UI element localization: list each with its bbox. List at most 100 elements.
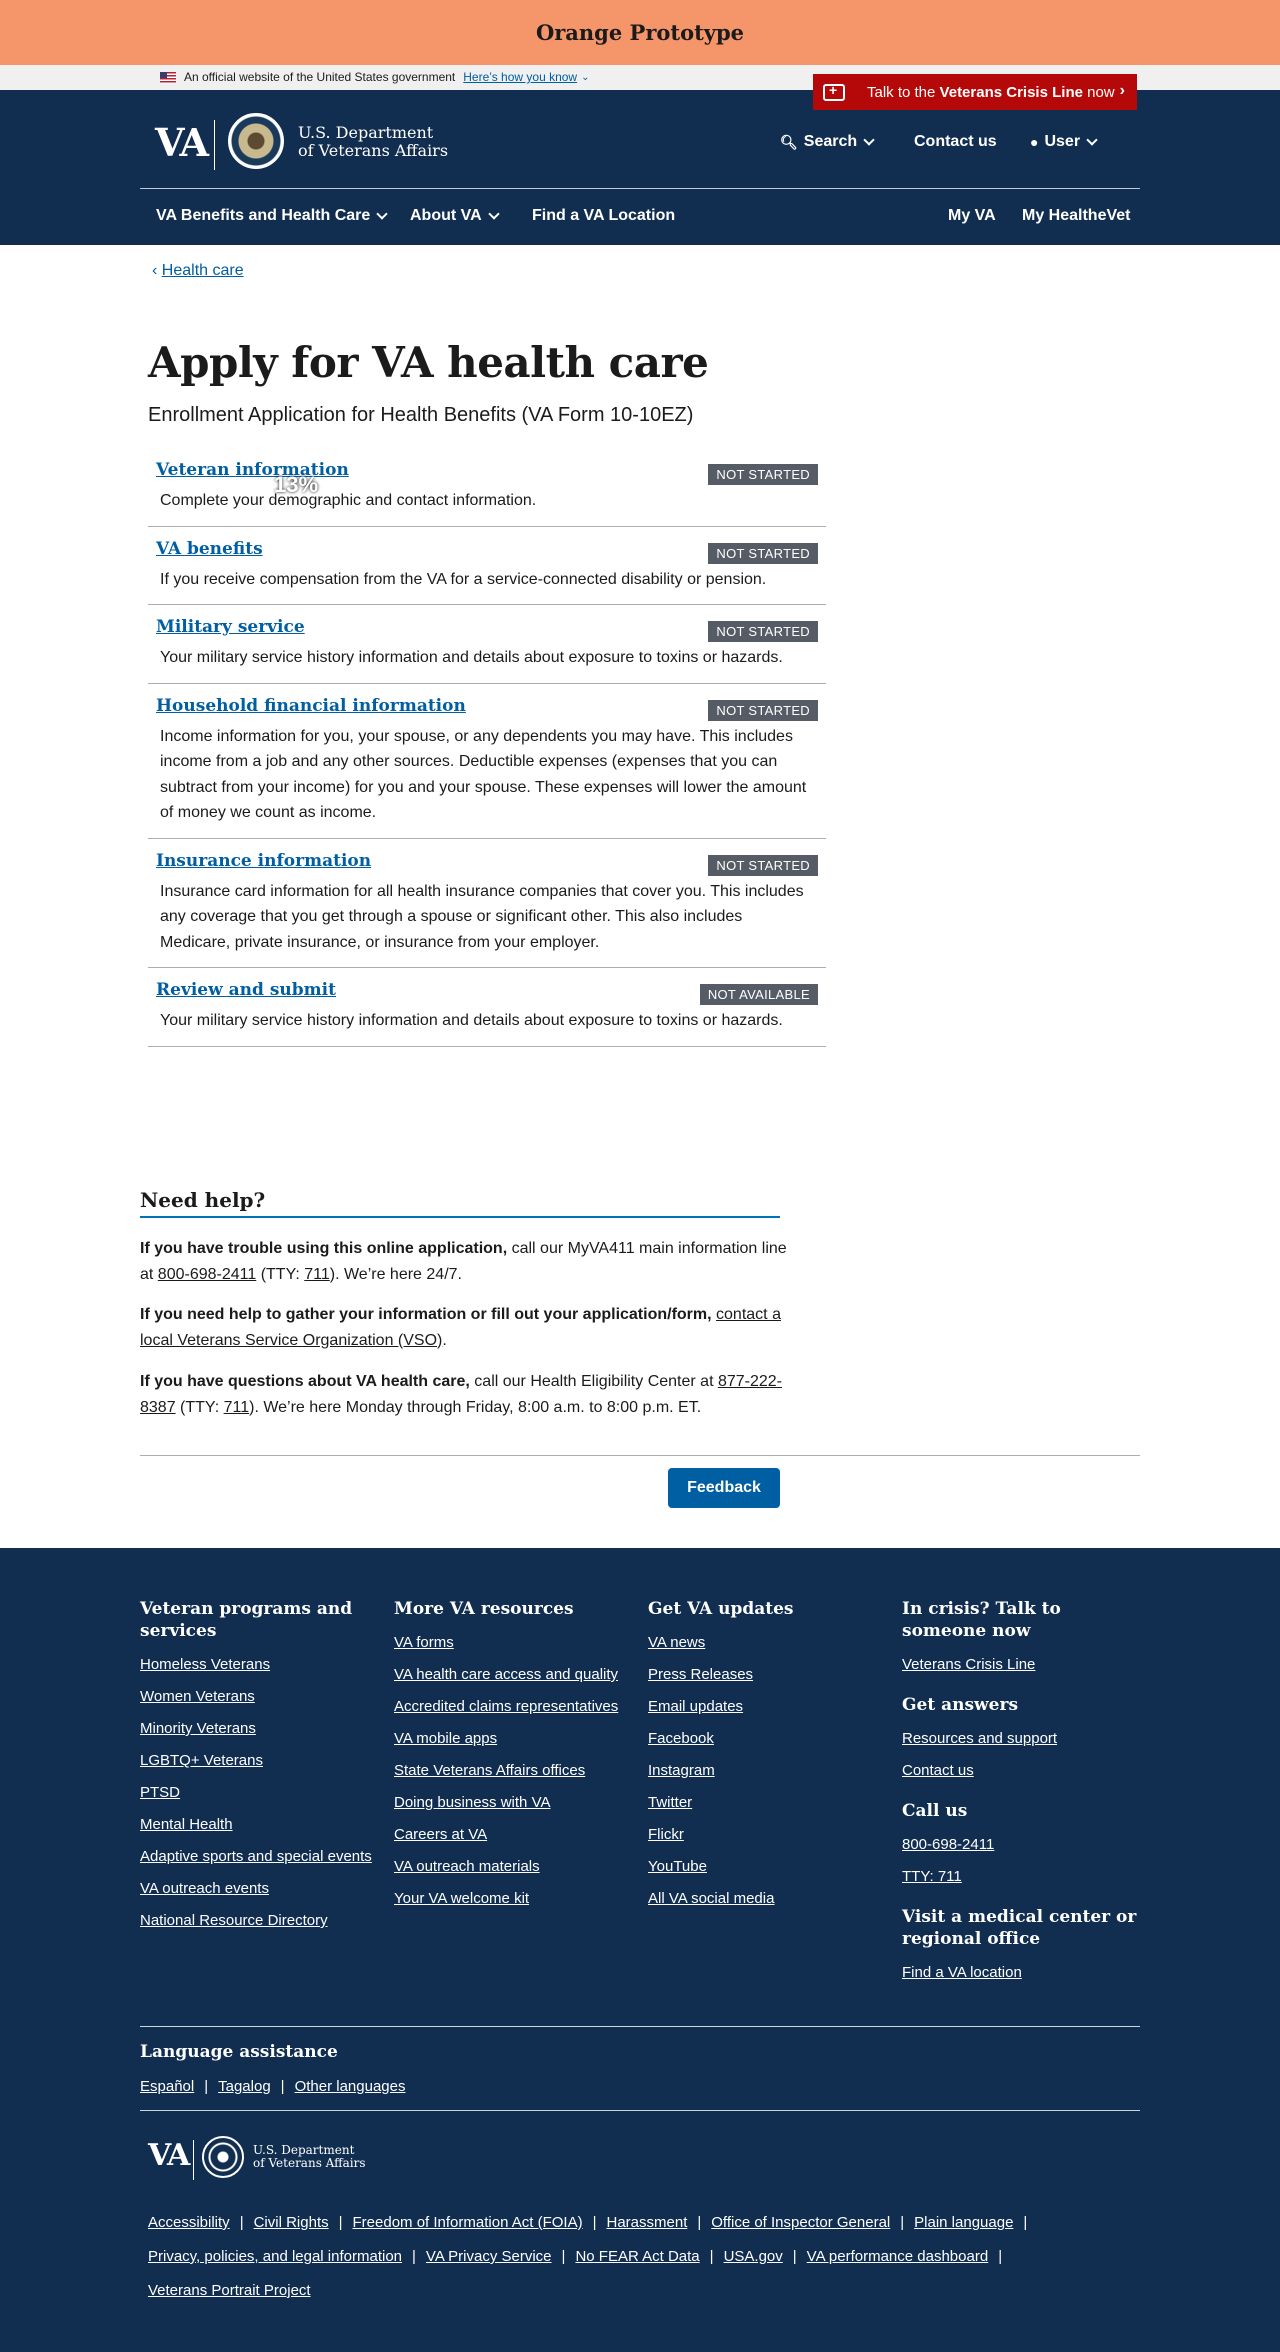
footer-bottom-link[interactable]: Office of Inspector General: [711, 2214, 890, 2231]
footer-bottom-link[interactable]: Privacy, policies, and legal information: [148, 2248, 402, 2265]
footer-find-location-link[interactable]: Find a VA location: [902, 1964, 1022, 1981]
section-title-link[interactable]: VA benefits: [156, 539, 263, 559]
footer-bottom-link[interactable]: Accessibility: [148, 2214, 230, 2231]
section-title-link[interactable]: Military service: [156, 617, 305, 637]
footer-bottom-link[interactable]: Freedom of Information Act (FOIA): [353, 2214, 583, 2231]
nav-benefits-menu[interactable]: VA Benefits and Health Care: [156, 207, 388, 225]
section-description: Complete your demographic and contact in…: [160, 492, 537, 509]
footer-link[interactable]: National Resource Directory: [140, 1912, 328, 1929]
separator: |: [338, 2214, 343, 2231]
footer-link[interactable]: Facebook: [648, 1730, 714, 1747]
breadcrumb-health-care-link[interactable]: Health care: [162, 262, 244, 279]
footer-link[interactable]: Press Releases: [648, 1666, 753, 1683]
footer-bottom-link[interactable]: USA.gov: [724, 2248, 783, 2265]
crisis-line-name: Veterans Crisis Line: [939, 83, 1083, 101]
help-bottom-divider: [140, 1455, 1140, 1456]
footer-bottom-link[interactable]: Harassment: [607, 2214, 688, 2231]
page-title: Apply for VA health care: [148, 338, 709, 387]
language-espanol-link[interactable]: Español: [140, 2078, 194, 2095]
search-button[interactable]: 🔍︎ Search: [780, 133, 875, 151]
chevron-down-icon: [376, 207, 388, 220]
footer-link[interactable]: Careers at VA: [394, 1826, 487, 1843]
footer-col-resources: More VA resources VA forms VA health care…: [394, 1598, 634, 1922]
separator: |: [561, 2248, 566, 2265]
language-tagalog-link[interactable]: Tagalog: [218, 2078, 271, 2095]
footer-list-item: Twitter: [648, 1794, 888, 1812]
footer-link[interactable]: PTSD: [140, 1784, 180, 1801]
footer-bottom-link[interactable]: Civil Rights: [254, 2214, 329, 2231]
footer-list-item: Your VA welcome kit: [394, 1890, 634, 1908]
footer-link[interactable]: YouTube: [648, 1858, 707, 1875]
va-logo[interactable]: VA: [155, 120, 209, 165]
section-description: Your military service history informatio…: [160, 649, 783, 666]
tty-711-link[interactable]: 711: [224, 1399, 250, 1416]
search-label: Search: [803, 133, 858, 150]
footer-link[interactable]: Email updates: [648, 1698, 743, 1715]
footer-bottom-link[interactable]: VA Privacy Service: [426, 2248, 552, 2265]
footer-link[interactable]: VA mobile apps: [394, 1730, 497, 1747]
footer-tty-link[interactable]: TTY: 711: [902, 1868, 962, 1885]
footer-link[interactable]: Accredited claims representatives: [394, 1698, 618, 1715]
footer-link[interactable]: VA outreach materials: [394, 1858, 540, 1875]
footer-list-item: Mental Health: [140, 1816, 380, 1834]
footer-link[interactable]: All VA social media: [648, 1890, 774, 1907]
footer-link[interactable]: Adaptive sports and special events: [140, 1848, 372, 1865]
footer-link[interactable]: State Veterans Affairs offices: [394, 1762, 585, 1779]
department-name[interactable]: U.S. Department of Veterans Affairs: [298, 124, 448, 160]
footer-link[interactable]: VA forms: [394, 1634, 454, 1651]
footer-link[interactable]: VA health care access and quality: [394, 1666, 618, 1683]
footer-link[interactable]: Your VA welcome kit: [394, 1890, 529, 1907]
footer-va-logo[interactable]: VA: [148, 2138, 190, 2173]
footer-list-item: Homeless Veterans: [140, 1656, 380, 1674]
footer-link[interactable]: VA news: [648, 1634, 705, 1651]
footer-list-item: VA outreach events: [140, 1880, 380, 1898]
footer-bottom-link[interactable]: Plain language: [914, 2214, 1013, 2231]
footer-link[interactable]: Homeless Veterans: [140, 1656, 270, 1673]
heres-how-you-know-link[interactable]: Here’s how you know: [463, 70, 577, 84]
language-other-link[interactable]: Other languages: [295, 2078, 406, 2095]
help-paragraph-vso: If you need help to gather your informat…: [140, 1302, 790, 1353]
contact-us-link[interactable]: Contact us: [914, 133, 997, 151]
footer-link[interactable]: Women Veterans: [140, 1688, 255, 1705]
footer-logo-divider: [193, 2140, 194, 2180]
footer-phone-link[interactable]: 800-698-2411: [902, 1836, 994, 1853]
footer-col-title: Veteran programs and services: [140, 1599, 353, 1641]
footer-contact-us-link[interactable]: Contact us: [902, 1762, 974, 1779]
need-help-divider: [140, 1216, 780, 1218]
footer-link[interactable]: VA outreach events: [140, 1880, 269, 1897]
task-list-section: Insurance information NOT STARTED Insuranc…: [148, 839, 826, 968]
tty-711-link[interactable]: 711: [304, 1266, 330, 1283]
footer-link[interactable]: Mental Health: [140, 1816, 233, 1833]
va-seal-icon[interactable]: [228, 113, 284, 169]
separator: |: [239, 2214, 244, 2231]
nav-about-menu[interactable]: About VA: [410, 207, 500, 225]
user-menu-button[interactable]: ● User: [1030, 133, 1098, 151]
section-title-link[interactable]: Review and submit: [156, 980, 336, 1000]
nav-my-va-link[interactable]: My VA: [948, 207, 996, 225]
footer-link[interactable]: Minority Veterans: [140, 1720, 256, 1737]
footer-list-item: Email updates: [648, 1698, 888, 1716]
chevron-down-icon[interactable]: ⌄: [581, 72, 589, 83]
footer-va-seal-icon[interactable]: [202, 2136, 244, 2178]
footer-list-item: All VA social media: [648, 1890, 888, 1908]
footer-link[interactable]: Doing business with VA: [394, 1794, 550, 1811]
footer-link[interactable]: Instagram: [648, 1762, 715, 1779]
nav-find-location-link[interactable]: Find a VA Location: [532, 207, 675, 225]
need-help-heading: Need help?: [140, 1188, 266, 1212]
footer-bottom-link[interactable]: VA performance dashboard: [807, 2248, 989, 2265]
footer-resources-support-link[interactable]: Resources and support: [902, 1730, 1057, 1747]
feedback-button[interactable]: Feedback: [668, 1468, 780, 1508]
footer-crisis-line-link[interactable]: Veterans Crisis Line: [902, 1656, 1035, 1673]
footer-bottom-link[interactable]: No FEAR Act Data: [575, 2248, 699, 2265]
footer-list-item: VA outreach materials: [394, 1858, 634, 1876]
section-title-link[interactable]: Insurance information: [156, 851, 371, 871]
footer-link[interactable]: LGBTQ+ Veterans: [140, 1752, 263, 1769]
section-title-link[interactable]: Household financial information: [156, 696, 466, 716]
section-title-link[interactable]: Veteran information: [156, 460, 349, 480]
footer-link[interactable]: Flickr: [648, 1826, 684, 1843]
footer-link[interactable]: Twitter: [648, 1794, 692, 1811]
footer-bottom-link[interactable]: Veterans Portrait Project: [148, 2282, 311, 2299]
nav-my-healthevet-link[interactable]: My HealtheVet: [1022, 207, 1130, 225]
myva411-phone-link[interactable]: 800-698-2411: [158, 1266, 256, 1283]
veterans-crisis-line-button[interactable]: Talk to the Veterans Crisis Line now ›: [813, 74, 1137, 110]
